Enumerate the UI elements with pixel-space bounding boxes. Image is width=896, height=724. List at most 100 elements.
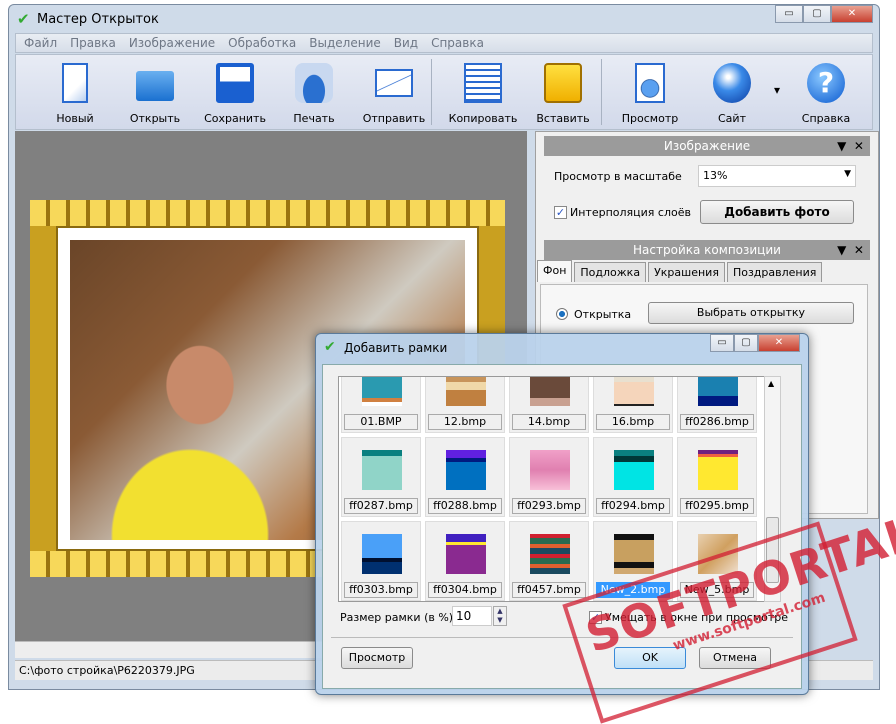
preview-magnifier-icon <box>635 63 665 103</box>
envelope-icon <box>375 69 413 97</box>
image-panel-title: Изображение <box>663 139 751 153</box>
add-photo-button[interactable]: Добавить фото <box>700 200 854 224</box>
interpolation-checkbox[interactable]: ✓ <box>554 206 567 219</box>
frame-item[interactable]: ff0304.bmp <box>425 521 505 601</box>
frame-item[interactable]: ff0303.bmp <box>341 521 421 601</box>
frame-thumbnail <box>362 450 402 490</box>
paste-icon <box>544 63 582 103</box>
frame-size-input[interactable]: 10 <box>452 606 492 626</box>
toolbar-button[interactable]: Печать <box>275 55 353 129</box>
postcard-radio-label: Открытка <box>574 308 632 321</box>
toolbar-separator <box>601 59 602 125</box>
close-button[interactable]: ✕ <box>831 5 873 23</box>
globe-icon <box>713 63 751 103</box>
frame-top <box>30 200 505 226</box>
zoom-label: Просмотр в масштабе <box>554 170 682 183</box>
window-title: Мастер Открыток <box>37 12 159 27</box>
toolbar-button[interactable]: Сайт <box>693 55 771 129</box>
frame-item-label: 12.bmp <box>428 414 502 430</box>
frame-item[interactable]: ff0286.bmp <box>677 377 757 433</box>
frame-thumbnail <box>614 534 654 574</box>
floppy-disk-icon <box>216 63 254 103</box>
tab[interactable]: Украшения <box>648 262 725 282</box>
toolbar-button[interactable]: ? Справка <box>787 55 865 129</box>
frame-item-label: 01.BMP <box>344 414 418 430</box>
frame-thumbnail <box>362 534 402 574</box>
toolbar-button-label: Отправить <box>362 112 426 125</box>
toolbar-button-label: Справка <box>801 112 851 125</box>
frame-thumbnail <box>362 377 402 406</box>
toolbar-button-label: Просмотр <box>621 112 679 125</box>
frame-item[interactable]: ff0294.bmp <box>593 437 673 517</box>
frame-item[interactable]: 16.bmp <box>593 377 673 433</box>
toolbar-button-label: Печать <box>293 112 335 125</box>
frame-item[interactable]: 01.BMP <box>341 377 421 433</box>
frame-item[interactable]: 12.bmp <box>425 377 505 433</box>
frame-item-label: ff0288.bmp <box>428 498 502 514</box>
tab[interactable]: Фон <box>537 260 573 282</box>
scroll-up-icon[interactable]: ▲ <box>768 379 774 388</box>
frame-item[interactable]: ff0288.bmp <box>425 437 505 517</box>
toolbar-button[interactable]: Отправить <box>355 55 433 129</box>
zoom-select[interactable]: 13% ▼ <box>698 165 856 187</box>
frame-thumbnail <box>446 450 486 490</box>
choose-postcard-button[interactable]: Выбрать открытку <box>648 302 854 324</box>
toolbar-button[interactable]: Копировать <box>444 55 522 129</box>
maximize-button[interactable]: ▢ <box>803 5 831 23</box>
menu-item[interactable]: Выделение <box>309 36 380 50</box>
toolbar-button-label: Сайт <box>718 112 746 125</box>
toolbar-button[interactable]: Новый <box>36 55 114 129</box>
toolbar: Новый Открыть Сохранить Печать Отправить Копи… <box>15 54 873 130</box>
frame-thumbnail <box>446 377 486 406</box>
menu-item[interactable]: Справка <box>431 36 484 50</box>
toolbar-button[interactable]: Просмотр <box>611 55 689 129</box>
postcard-radio[interactable] <box>556 308 568 320</box>
frame-item[interactable]: ff0295.bmp <box>677 437 757 517</box>
frame-item-label: ff0457.bmp <box>512 582 586 598</box>
menu-item[interactable]: Изображение <box>129 36 215 50</box>
composition-tabs: Фон Подложка Украшения Поздравления <box>537 260 824 282</box>
menu-bar: Файл Правка Изображение Обработка Выделение В… <box>15 33 873 53</box>
open-folder-icon <box>136 71 174 101</box>
toolbar-button[interactable]: Сохранить <box>196 55 274 129</box>
frame-thumbnail <box>614 377 654 406</box>
frame-item[interactable]: ff0287.bmp <box>341 437 421 517</box>
app-check-icon: ✔ <box>17 10 30 28</box>
menu-item[interactable]: Файл <box>24 36 57 50</box>
zoom-value: 13% <box>703 169 728 182</box>
panel-menu-close-icon[interactable]: ▼ ✕ <box>837 136 864 156</box>
toolbar-button[interactable]: Вставить <box>524 55 602 129</box>
panel-menu-close-icon[interactable]: ▼ ✕ <box>837 240 864 260</box>
menu-item[interactable]: Обработка <box>228 36 296 50</box>
dialog-maximize-button[interactable]: ▢ <box>734 334 758 352</box>
frame-size-label: Размер рамки (в %) <box>340 611 454 624</box>
frame-size-stepper[interactable]: ▲ ▼ <box>493 606 507 626</box>
preview-button[interactable]: Просмотр <box>341 647 413 669</box>
minimize-button[interactable]: ▭ <box>775 5 803 23</box>
tab[interactable]: Поздравления <box>726 262 823 282</box>
new-document-icon <box>62 63 88 103</box>
toolbar-button-label: Вставить <box>536 112 590 125</box>
tab[interactable]: Подложка <box>574 262 647 282</box>
menu-item[interactable]: Вид <box>394 36 418 50</box>
site-dropdown-icon[interactable]: ▾ <box>774 83 780 97</box>
menu-item[interactable]: Правка <box>70 36 116 50</box>
dialog-minimize-button[interactable]: ▭ <box>710 334 734 352</box>
printer-icon <box>295 63 333 103</box>
toolbar-button-label: Открыть <box>129 112 181 125</box>
frame-item-label: ff0304.bmp <box>428 582 502 598</box>
frame-thumbnail <box>698 450 738 490</box>
photo-person <box>90 345 300 540</box>
frame-item[interactable]: ff0457.bmp <box>509 521 589 601</box>
toolbar-button[interactable]: Открыть <box>116 55 194 129</box>
frame-item[interactable]: 14.bmp <box>509 377 589 433</box>
frame-thumbnail <box>530 534 570 574</box>
frame-thumbnail <box>698 377 738 406</box>
help-icon: ? <box>807 63 845 103</box>
frame-item-label: ff0294.bmp <box>596 498 670 514</box>
dialog-title: Добавить рамки <box>344 341 448 355</box>
frame-item[interactable]: ff0293.bmp <box>509 437 589 517</box>
dialog-close-button[interactable]: ✕ <box>758 334 800 352</box>
dialog-check-icon: ✔ <box>324 339 336 355</box>
composition-panel-title: Настройка композиции <box>633 243 781 257</box>
